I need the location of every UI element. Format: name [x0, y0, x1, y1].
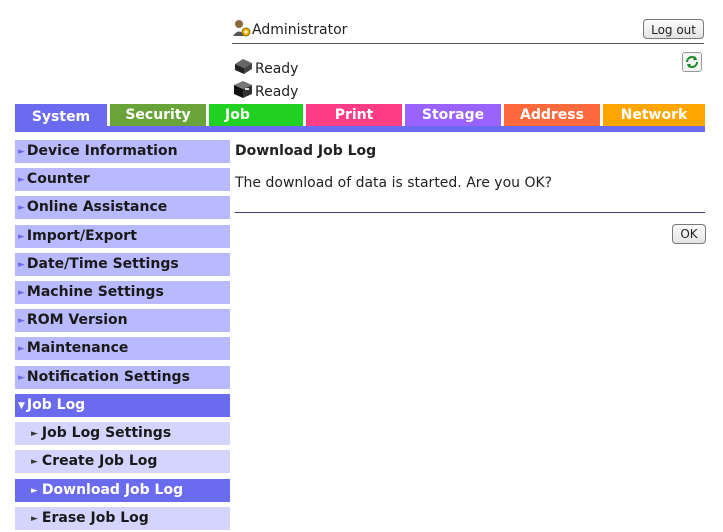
sidebar-item-maintenance[interactable]: ► Maintenance [15, 337, 230, 360]
sidebar-item-label: Counter [26, 171, 90, 187]
arrow-right-icon: ► [31, 429, 38, 439]
sidebar-subitem-label: Download Job Log [41, 482, 184, 498]
scanner-icon [232, 79, 254, 99]
tab-security[interactable]: Security [110, 104, 206, 126]
sidebar-item-notification-settings[interactable]: ► Notification Settings [15, 366, 230, 389]
sidebar-item-label: Notification Settings [26, 369, 190, 385]
ok-button[interactable]: OK [672, 224, 706, 244]
sidebar-subitem-label: Create Job Log [41, 453, 158, 469]
arrow-down-icon: ▼ [18, 401, 25, 411]
sidebar-item-online-assistance[interactable]: ► Online Assistance [15, 196, 230, 219]
user-label: Administrator [252, 22, 348, 38]
sidebar-item-label: Maintenance [26, 340, 129, 356]
sidebar-item-label: Online Assistance [26, 199, 168, 215]
tab-address[interactable]: Address [504, 104, 600, 126]
sidebar-item-machine-settings[interactable]: ► Machine Settings [15, 281, 230, 304]
tab-network[interactable]: Network [603, 104, 705, 126]
sidebar-subitem-download-job-log[interactable]: ► Download Job Log [15, 479, 230, 502]
arrow-right-icon: ► [31, 514, 38, 524]
scanner-status-text: Ready [255, 84, 299, 100]
sidebar-item-date-time-settings[interactable]: ► Date/Time Settings [15, 253, 230, 276]
printer-icon [232, 56, 254, 76]
arrow-right-icon: ► [18, 147, 25, 157]
sidebar-subitem-job-log-settings[interactable]: ► Job Log Settings [15, 422, 230, 445]
sidebar-item-label: Date/Time Settings [26, 256, 179, 272]
sidebar-item-label: Job Log [26, 397, 86, 413]
arrow-right-icon: ► [18, 232, 25, 242]
arrow-right-icon: ► [18, 175, 25, 185]
sidebar-item-import-export[interactable]: ► Import/Export [15, 225, 230, 248]
sidebar-item-device-information[interactable]: ► Device Information [15, 140, 230, 163]
logout-button[interactable]: Log out [643, 19, 704, 39]
arrow-right-icon: ► [31, 486, 38, 496]
confirmation-message: The download of data is started. Are you… [235, 175, 553, 191]
user-bar: Administrator Log out [232, 19, 704, 44]
printer-status-text: Ready [255, 61, 299, 77]
sidebar-item-rom-version[interactable]: ► ROM Version [15, 309, 230, 332]
arrow-right-icon: ► [18, 203, 25, 213]
divider [235, 212, 705, 213]
sidebar-item-label: Machine Settings [26, 284, 164, 300]
arrow-right-icon: ► [18, 288, 25, 298]
sidebar-item-job-log[interactable]: ▼ Job Log [15, 394, 230, 417]
refresh-icon[interactable] [682, 52, 702, 72]
sidebar-subitem-label: Job Log Settings [41, 425, 172, 441]
administrator-icon [232, 19, 252, 39]
sidebar-item-label: Import/Export [26, 228, 137, 244]
tab-job[interactable]: Job [209, 104, 303, 126]
page-title: Download Job Log [235, 143, 377, 159]
arrow-right-icon: ► [18, 344, 25, 354]
arrow-right-icon: ► [18, 316, 25, 326]
sidebar-item-counter[interactable]: ► Counter [15, 168, 230, 191]
sidebar-subitem-erase-job-log[interactable]: ► Erase Job Log [15, 507, 230, 530]
tab-print[interactable]: Print [306, 104, 402, 126]
tab-storage[interactable]: Storage [405, 104, 501, 126]
arrow-right-icon: ► [31, 457, 38, 467]
sidebar-item-label: ROM Version [26, 312, 128, 328]
arrow-right-icon: ► [18, 260, 25, 270]
arrow-right-icon: ► [18, 373, 25, 383]
sidebar-subitem-create-job-log[interactable]: ► Create Job Log [15, 450, 230, 473]
tab-underline [15, 126, 705, 132]
sidebar-item-label: Device Information [26, 143, 178, 159]
